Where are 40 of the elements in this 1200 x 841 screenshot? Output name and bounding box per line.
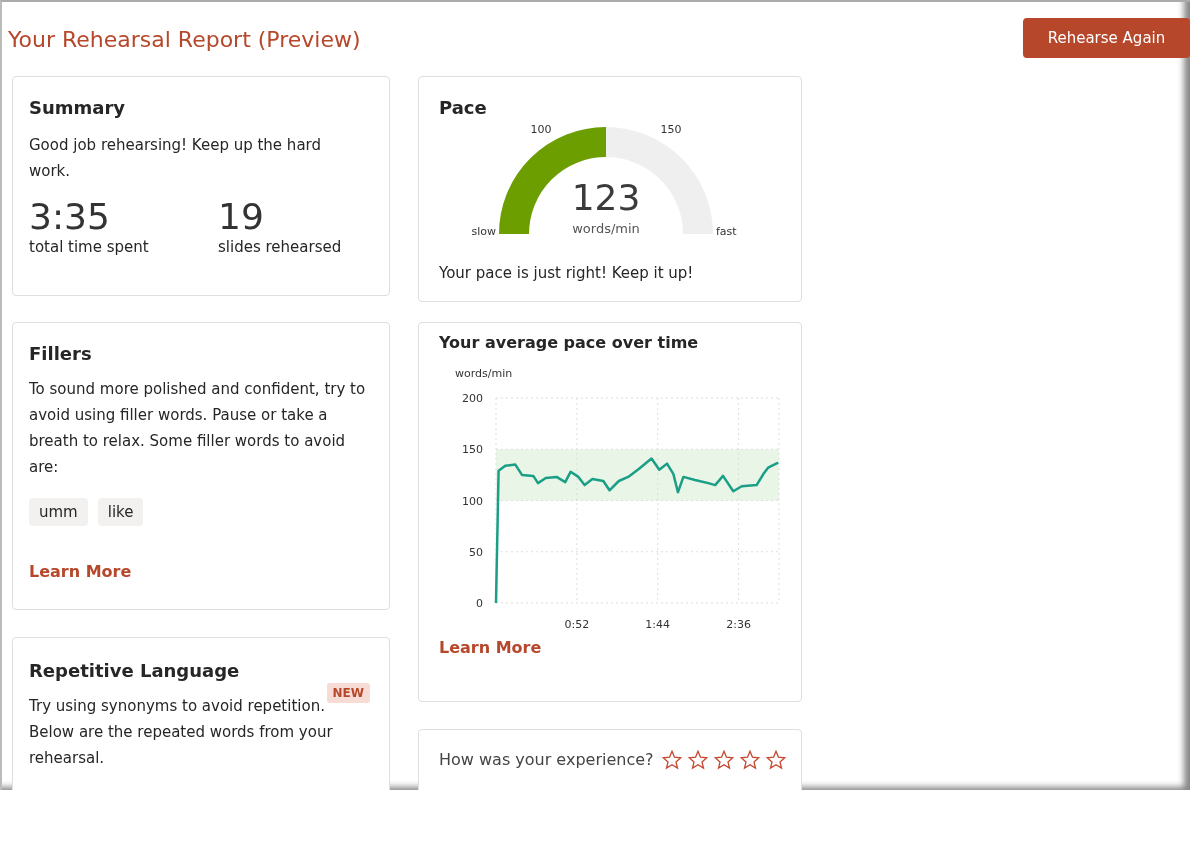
gauge-label: fast [716, 225, 737, 238]
filler-word-tag: umm [29, 498, 88, 526]
pace-message: Your pace is just right! Keep it up! [439, 263, 695, 284]
stat-label: slides rehearsed [218, 238, 342, 256]
axis-tick-label: 150 [462, 443, 483, 457]
gauge-label: slow [471, 225, 496, 238]
stat-value: 3:35 [29, 196, 111, 238]
feedback-question: How was your experience? [439, 750, 654, 769]
star-icon[interactable] [713, 750, 734, 770]
rehearse-again-button[interactable]: Rehearse Again [1023, 18, 1190, 58]
stat-label: total time spent [29, 238, 150, 256]
card-heading: Repetitive Language [29, 660, 241, 681]
star-icon[interactable] [765, 750, 786, 770]
report-title: Your Rehearsal Report (Preview) [8, 26, 361, 52]
axis-tick-label: 0:52 [564, 618, 590, 631]
learn-more-link[interactable]: Learn More [439, 638, 542, 657]
axis-tick-label: 1:44 [645, 618, 671, 631]
card-heading: Summary [29, 97, 127, 118]
gauge-mark: 150 [660, 123, 682, 136]
pace-unit: words/min [572, 221, 640, 236]
axis-tick-label: 100 [462, 494, 483, 508]
pace-value: 123 [571, 177, 641, 218]
star-icon[interactable] [739, 750, 760, 770]
card-heading: Pace [439, 97, 488, 118]
card-heading: Fillers [29, 343, 93, 364]
new-badge: NEW [326, 683, 370, 703]
axis-tick-label: 200 [462, 392, 483, 405]
axis-tick-label: 50 [469, 545, 483, 559]
star-icon[interactable] [687, 750, 708, 770]
axis-tick-label: 0 [476, 597, 483, 610]
filler-word-tag: like [97, 498, 144, 526]
axis-title: words/min [455, 367, 513, 380]
learn-more-link[interactable]: Learn More [29, 562, 132, 581]
card-heading: Your average pace over time [439, 333, 700, 352]
star-icon[interactable] [661, 750, 682, 770]
fillers-message: To sound more polished and confident, try to avoid using filler words. Pause or take a breath to relax. Some filler words to avoid are: [29, 379, 367, 478]
summary-message: Good job rehearsing! Keep up the hard work. [29, 135, 322, 182]
axis-tick-label: 2:36 [726, 618, 751, 631]
stat-value: 19 [218, 196, 265, 238]
gauge-mark: 100 [530, 123, 552, 136]
